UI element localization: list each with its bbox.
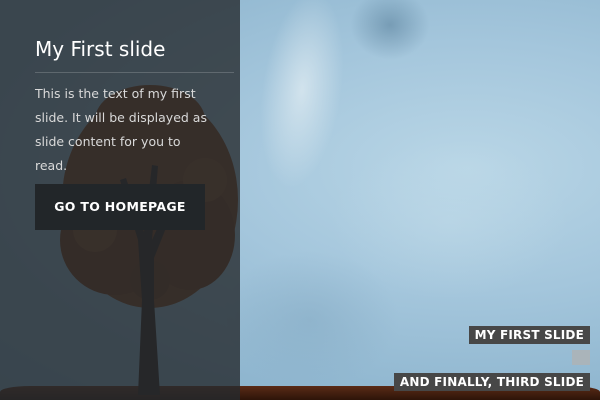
slide-nav-second[interactable] bbox=[572, 350, 590, 365]
slide-nav-first[interactable]: MY FIRST SLIDE bbox=[468, 326, 590, 344]
slide-text: This is the text of my first slide. It w… bbox=[35, 86, 207, 173]
slide-title: My First slide bbox=[35, 37, 166, 61]
background-texture bbox=[220, 250, 400, 390]
title-divider bbox=[35, 72, 234, 73]
background-texture bbox=[350, 0, 430, 60]
slide-content-panel: My First slide This is the text of my fi… bbox=[0, 0, 240, 400]
background-texture bbox=[248, 0, 356, 195]
go-to-homepage-button[interactable]: GO TO HOMEPAGE bbox=[35, 184, 205, 230]
slide-nav-third[interactable]: AND FINALLY, THIRD SLIDE bbox=[393, 373, 590, 391]
